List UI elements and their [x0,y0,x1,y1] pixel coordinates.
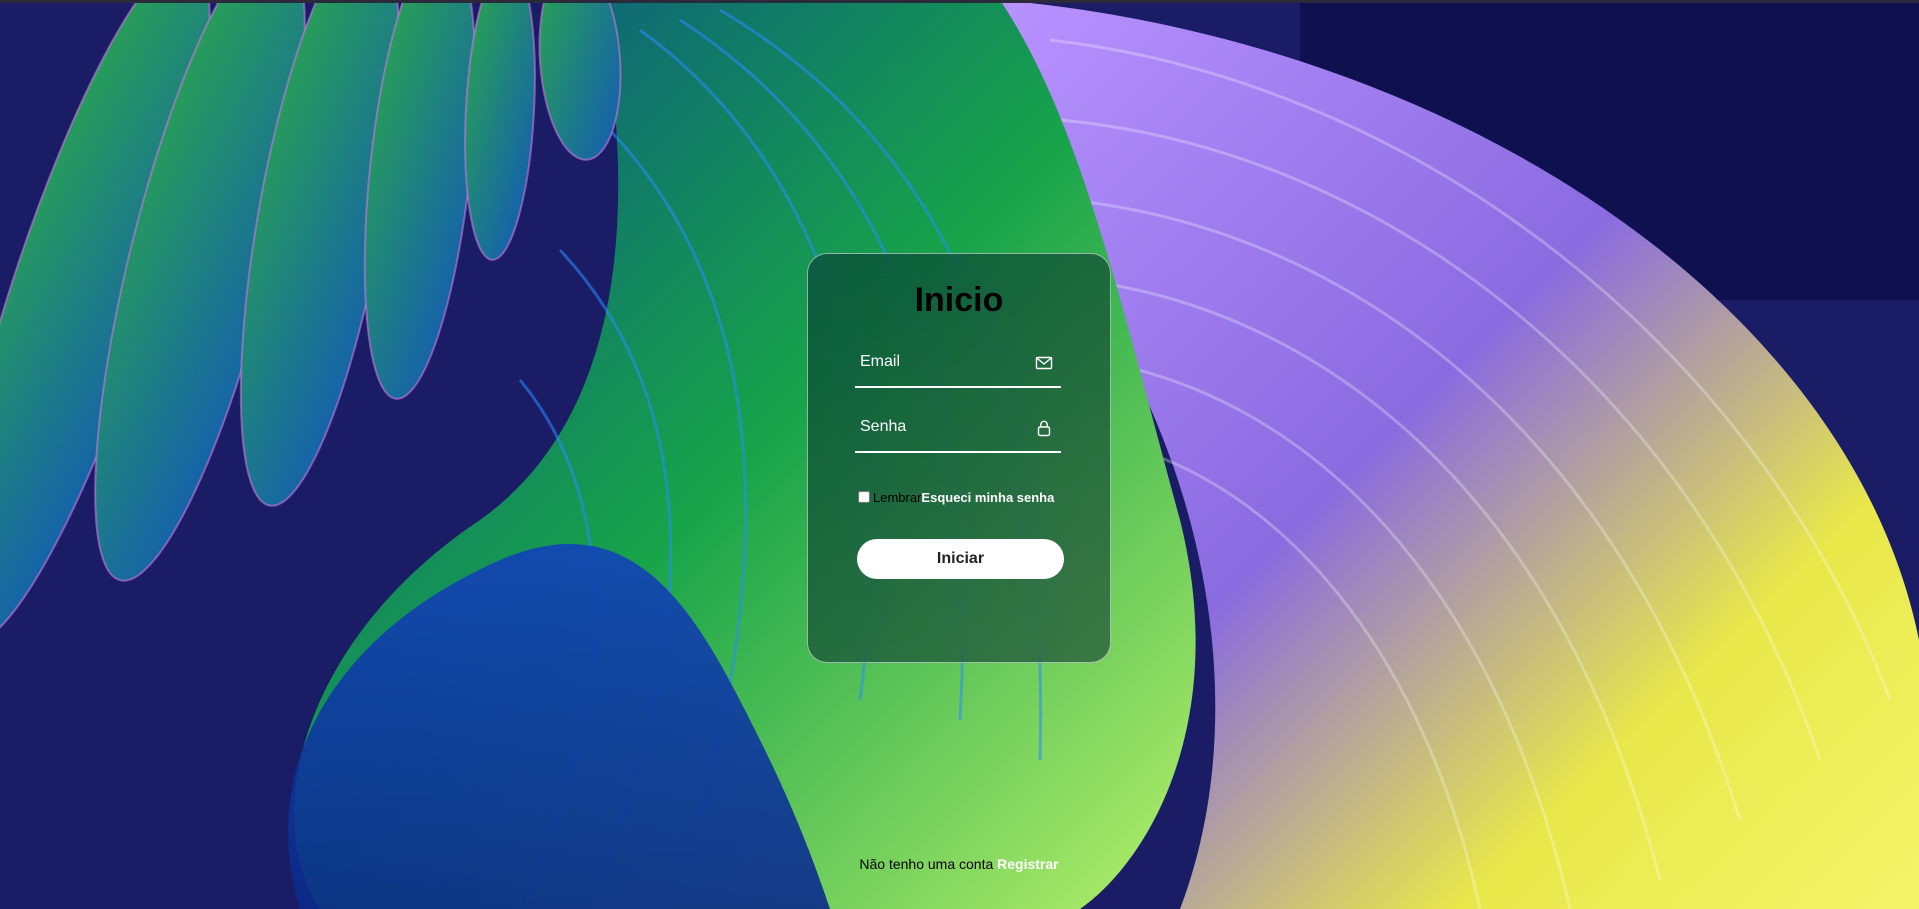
page-title: Inicio [914,281,1004,319]
login-button[interactable]: Iniciar [857,539,1064,579]
login-form: Inicio Não tenho uma conta Registrar [807,253,1111,872]
email-field-wrapper [855,342,1061,388]
remember-forgot-row: Lembrar Esqueci minha senha [857,488,1067,506]
remember-label: Lembrar [873,489,922,505]
email-input[interactable] [855,342,1025,382]
password-field-wrapper [855,407,1061,453]
lock-icon [1037,420,1051,437]
register-prompt: Não tenho uma conta Registrar [807,856,1111,872]
top-bar [0,0,1919,3]
forgot-password-link[interactable]: Esqueci minha senha [921,490,1054,505]
envelope-icon [1035,356,1053,370]
password-input[interactable] [855,407,1025,447]
register-link[interactable]: Registrar [997,856,1058,872]
no-account-text: Não tenho uma conta [859,856,998,872]
remember-checkbox[interactable] [858,491,870,503]
